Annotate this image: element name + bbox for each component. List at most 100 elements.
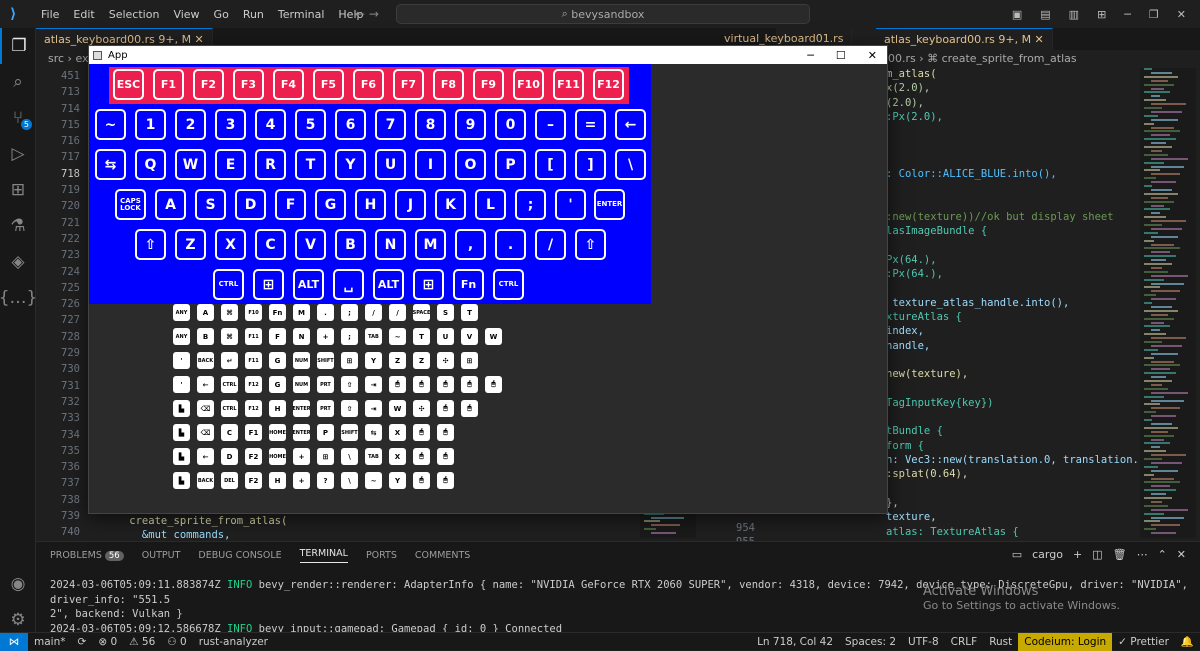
key--[interactable]: ' — [555, 189, 586, 220]
key-h[interactable]: H — [355, 189, 386, 220]
terminal-name[interactable]: cargo — [1032, 548, 1063, 561]
key-caps-lock[interactable]: CAPS LOCK — [115, 189, 146, 220]
key-k[interactable]: K — [435, 189, 466, 220]
close-panel-icon[interactable]: ✕ — [1177, 548, 1186, 561]
key-f9[interactable]: F9 — [473, 69, 504, 100]
sync-icon[interactable]: ⟳ — [72, 636, 93, 648]
menu-item-view[interactable]: View — [166, 8, 206, 21]
key-d[interactable]: D — [235, 189, 266, 220]
key--[interactable]: / — [535, 229, 566, 260]
run-debug-icon[interactable]: ▷ — [0, 136, 36, 172]
key--[interactable]: – — [535, 109, 566, 140]
key-g[interactable]: G — [315, 189, 346, 220]
key-f5[interactable]: F5 — [313, 69, 344, 100]
panel-tab-output[interactable]: OUTPUT — [142, 550, 181, 561]
key-v[interactable]: V — [295, 229, 326, 260]
breadcrumb-right[interactable]: 00.rs › ⌘ create_sprite_from_atlas — [888, 52, 1077, 65]
panel-tab-ports[interactable]: PORTS — [366, 550, 397, 561]
key-fn[interactable]: Fn — [453, 269, 484, 300]
close-icon[interactable]: ✕ — [1177, 8, 1186, 21]
key-6[interactable]: 6 — [335, 109, 366, 140]
key-alt[interactable]: ALT — [293, 269, 324, 300]
key--[interactable]: , — [455, 229, 486, 260]
app-minimize-icon[interactable]: ─ — [807, 49, 814, 62]
key-x[interactable]: X — [215, 229, 246, 260]
account-icon[interactable]: ◉ — [0, 566, 36, 602]
code-right[interactable]: m_atlas(x(2.0), (2.0),:Px(2.0),: Color::A… — [886, 67, 1164, 539]
remote-icon[interactable]: ⋈ — [0, 632, 28, 651]
language[interactable]: Rust — [983, 636, 1018, 648]
key-t[interactable]: T — [295, 149, 326, 180]
code-left[interactable]: create_sprite_from_atlas( &mut commands, — [104, 514, 287, 543]
key-q[interactable]: Q — [135, 149, 166, 180]
key--[interactable]: ⊞ — [413, 269, 444, 300]
key--[interactable]: ] — [575, 149, 606, 180]
key-5[interactable]: 5 — [295, 109, 326, 140]
key-l[interactable]: L — [475, 189, 506, 220]
key-1[interactable]: 1 — [135, 109, 166, 140]
command-center[interactable]: ⌕ bevysandbox — [396, 4, 810, 24]
key-enter[interactable]: ENTER — [594, 189, 625, 220]
key-w[interactable]: W — [175, 149, 206, 180]
grid-icon[interactable]: ⊞ — [1097, 8, 1106, 21]
key-esc[interactable]: ESC — [113, 69, 144, 100]
key-c[interactable]: C — [255, 229, 286, 260]
encoding[interactable]: UTF-8 — [902, 636, 945, 648]
eol[interactable]: CRLF — [945, 636, 984, 648]
key--[interactable]: . — [495, 229, 526, 260]
key-f6[interactable]: F6 — [353, 69, 384, 100]
panel-icon[interactable]: ▤ — [1040, 8, 1050, 21]
menu-item-terminal[interactable]: Terminal — [271, 8, 332, 21]
key-f3[interactable]: F3 — [233, 69, 264, 100]
key-y[interactable]: Y — [335, 149, 366, 180]
indent[interactable]: Spaces: 2 — [839, 636, 902, 648]
key--[interactable]: ⇧ — [575, 229, 606, 260]
prettier[interactable]: ✓ Prettier — [1112, 636, 1175, 648]
trash-icon[interactable]: 🗑 — [1113, 548, 1127, 561]
key-p[interactable]: P — [495, 149, 526, 180]
key-s[interactable]: S — [195, 189, 226, 220]
key-alt[interactable]: ALT — [373, 269, 404, 300]
key--[interactable]: ; — [515, 189, 546, 220]
key-2[interactable]: 2 — [175, 109, 206, 140]
app-close-icon[interactable]: ✕ — [868, 49, 877, 62]
key-3[interactable]: 3 — [215, 109, 246, 140]
key--[interactable]: \ — [615, 149, 646, 180]
split-terminal-icon[interactable]: ◫ — [1092, 548, 1102, 561]
panel-tab-comments[interactable]: COMMENTS — [415, 550, 470, 561]
bell-icon[interactable]: 🔔 — [1175, 635, 1200, 648]
panel-tab-problems[interactable]: PROBLEMS 56 — [50, 550, 124, 561]
maximize-panel-icon[interactable]: ⌃ — [1158, 548, 1167, 561]
key--[interactable]: [ — [535, 149, 566, 180]
branch[interactable]: main* — [28, 636, 72, 648]
key-m[interactable]: M — [415, 229, 446, 260]
key--[interactable]: ← — [615, 109, 646, 140]
key-f1[interactable]: F1 — [153, 69, 184, 100]
minimap-right[interactable] — [1140, 68, 1196, 538]
key-f4[interactable]: F4 — [273, 69, 304, 100]
python-icon[interactable]: ◈ — [0, 244, 36, 280]
key-f7[interactable]: F7 — [393, 69, 424, 100]
key-e[interactable]: E — [215, 149, 246, 180]
key-z[interactable]: Z — [175, 229, 206, 260]
restore-icon[interactable]: ❐ — [1149, 8, 1159, 21]
key--[interactable]: = — [575, 109, 606, 140]
extensions-icon[interactable]: ⊞ — [0, 172, 36, 208]
explorer-icon[interactable]: ❐ — [0, 28, 36, 64]
key-o[interactable]: O — [455, 149, 486, 180]
errors[interactable]: ⊗ 0 — [92, 636, 123, 648]
key-j[interactable]: J — [395, 189, 426, 220]
more-icon[interactable]: ⋯ — [1137, 548, 1148, 561]
key-n[interactable]: N — [375, 229, 406, 260]
editor-tab[interactable]: atlas_keyboard00.rs 9+, M ✕ — [876, 28, 1053, 50]
menu-item-edit[interactable]: Edit — [66, 8, 101, 21]
tab-close-icon[interactable]: ✕ — [1031, 33, 1044, 46]
key-f8[interactable]: F8 — [433, 69, 464, 100]
key--[interactable]: ⇆ — [95, 149, 126, 180]
key-8[interactable]: 8 — [415, 109, 446, 140]
codeium-login[interactable]: Codeium: Login — [1018, 632, 1113, 651]
key-u[interactable]: U — [375, 149, 406, 180]
key-i[interactable]: I — [415, 149, 446, 180]
panel-tab-terminal[interactable]: TERMINAL — [299, 548, 348, 563]
key-f2[interactable]: F2 — [193, 69, 224, 100]
